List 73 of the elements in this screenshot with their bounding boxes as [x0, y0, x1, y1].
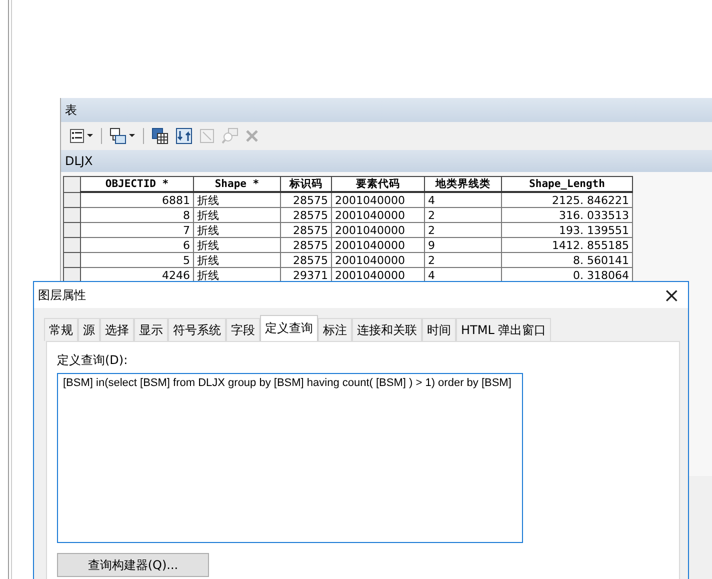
table-cell: 折线: [194, 222, 280, 238]
table-cell: 28575: [280, 192, 332, 208]
close-button[interactable]: ×: [655, 285, 688, 305]
table-cell: 2: [424, 252, 502, 268]
column-header[interactable]: 标识码: [280, 176, 332, 192]
caret-icon: [129, 134, 135, 138]
table-cell: 28575: [280, 238, 332, 252]
column-header[interactable]: 要素代码: [332, 176, 424, 192]
toolbar-button[interactable]: [67, 127, 96, 145]
table-cell: 8. 560141: [502, 252, 632, 268]
row-selector[interactable]: [64, 192, 80, 208]
tab[interactable]: 时间: [422, 318, 456, 341]
table-cell: 28575: [280, 252, 332, 268]
table-cell: 2125. 846221: [502, 192, 632, 208]
row-selector[interactable]: [64, 252, 80, 268]
tab[interactable]: 标注: [318, 318, 352, 341]
table-cell: 2001040000: [332, 208, 424, 222]
table-cell: 193. 139551: [502, 222, 632, 238]
table-cell: 2: [424, 208, 502, 222]
table-cell: 28575: [280, 208, 332, 222]
query-field[interactable]: [BSM] in(select [BSM] from DLJX group by [BSM] having count( [BSM] ) > 1) order by [BSM]: [57, 373, 523, 543]
table-tab[interactable]: DLJX: [61, 150, 712, 172]
table-cell: 28575: [280, 222, 332, 238]
list-icon: [70, 129, 84, 143]
related-tables-icon: [110, 128, 126, 144]
tab[interactable]: 字段: [226, 318, 260, 341]
tab[interactable]: 定义查询: [260, 315, 318, 341]
clear-selection-icon: [200, 129, 214, 143]
tab[interactable]: HTML 弹出窗口: [456, 318, 552, 341]
table-select-icon: [152, 128, 168, 144]
table-cell: 5: [80, 252, 194, 268]
tab[interactable]: 源: [78, 318, 100, 341]
tab[interactable]: 显示: [134, 318, 168, 341]
column-header[interactable]: Shape_Length: [502, 176, 632, 192]
window-title: 表: [61, 98, 712, 122]
column-header[interactable]: OBJECTID *: [80, 176, 194, 192]
dialog-title: 图层属性: [38, 286, 86, 304]
toolbar-button[interactable]: [107, 126, 138, 146]
table-cell: 折线: [194, 208, 280, 222]
table-cell: 4: [424, 192, 502, 208]
table-cell: 6881: [80, 192, 194, 208]
toolbar-button[interactable]: [149, 126, 171, 146]
table-cell: 2001040000: [332, 192, 424, 208]
delete-icon: [246, 130, 258, 142]
tab[interactable]: 常规: [44, 318, 78, 341]
table-cell: 9: [424, 238, 502, 252]
table-cell: 1412. 855185: [502, 238, 632, 252]
toolbar-button[interactable]: [173, 126, 195, 146]
row-selector[interactable]: [64, 222, 80, 238]
row-header: [64, 176, 80, 192]
tab[interactable]: 连接和关联: [352, 318, 422, 341]
table-cell: 折线: [194, 238, 280, 252]
row-selector[interactable]: [64, 238, 80, 252]
caret-icon: [87, 134, 93, 138]
table-cell: 2001040000: [332, 222, 424, 238]
query-label: 定义查询(D):: [57, 352, 128, 369]
column-header[interactable]: Shape *: [194, 176, 280, 192]
zoom-icon: [222, 128, 238, 144]
column-header[interactable]: 地类界线类: [424, 176, 502, 192]
table-cell: 8: [80, 208, 194, 222]
query-builder-button[interactable]: 查询构建器(Q)...: [57, 553, 209, 577]
row-selector[interactable]: [64, 208, 80, 222]
table-cell: 折线: [194, 192, 280, 208]
table-cell: 折线: [194, 252, 280, 268]
table-cell: 316. 033513: [502, 208, 632, 222]
table-cell: 2001040000: [332, 238, 424, 252]
table-cell: 2001040000: [332, 252, 424, 268]
tab[interactable]: 符号系统: [168, 318, 226, 341]
table-cell: 2: [424, 222, 502, 238]
table-cell: 7: [80, 222, 194, 238]
switch-selection-icon: [176, 128, 192, 144]
tab[interactable]: 选择: [100, 318, 134, 341]
table-cell: 6: [80, 238, 194, 252]
